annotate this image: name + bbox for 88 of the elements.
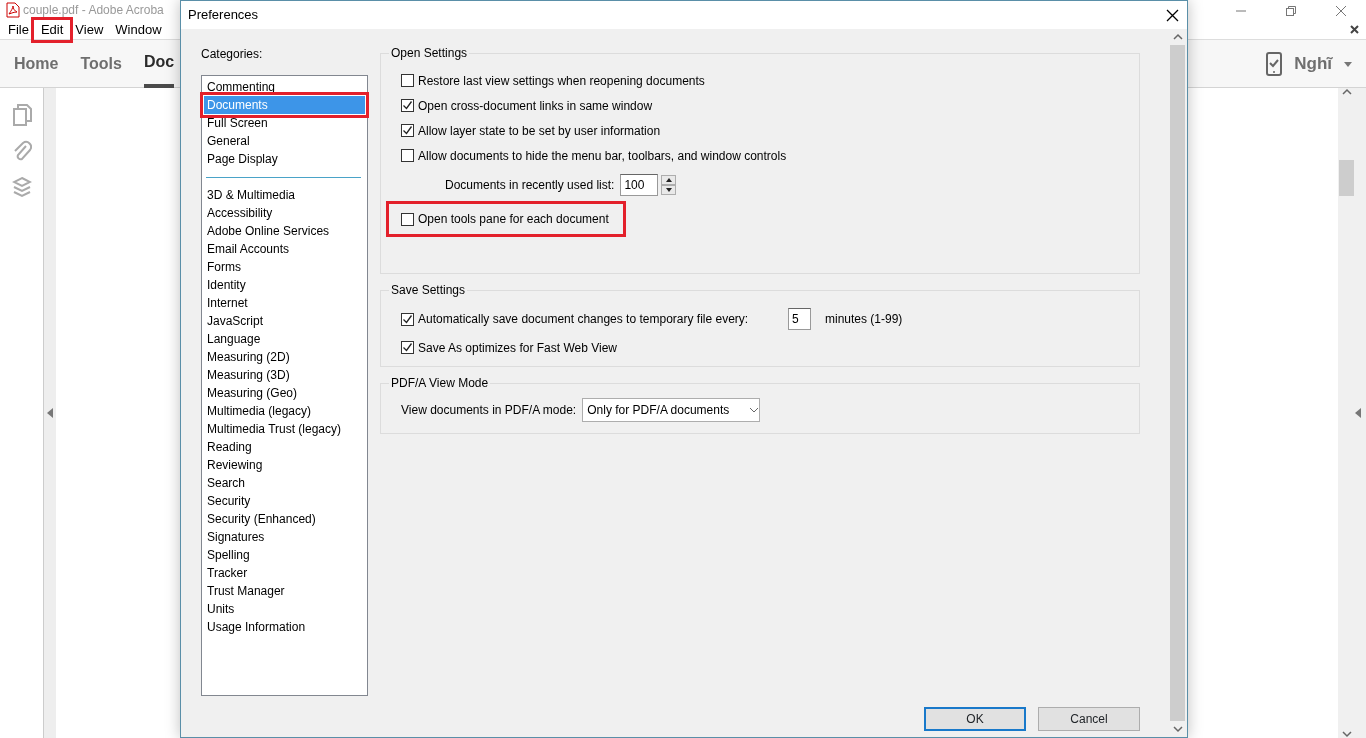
category-item[interactable]: Multimedia (legacy) <box>204 402 365 420</box>
scroll-thumb[interactable] <box>1170 45 1185 721</box>
checkbox[interactable] <box>401 74 414 87</box>
section-title: Save Settings <box>390 283 467 297</box>
minutes-field[interactable]: 5 <box>788 308 811 330</box>
category-item[interactable]: Trust Manager <box>204 582 365 600</box>
field-label: Documents in recently used list: <box>445 176 615 194</box>
scrollbar[interactable] <box>1338 88 1355 738</box>
category-item[interactable]: Search <box>204 474 365 492</box>
scroll-down-icon[interactable] <box>1172 725 1183 733</box>
checkbox-label[interactable]: Restore last view settings when reopening documents <box>418 71 705 90</box>
collapse-left-icon[interactable] <box>47 408 53 418</box>
account-name[interactable]: Nghĩ <box>1294 51 1332 77</box>
caret-icon[interactable] <box>1344 61 1352 67</box>
checkbox[interactable] <box>401 99 414 112</box>
chevron-down-icon <box>749 407 760 413</box>
checkbox-label[interactable]: Allow layer state to be set by user information <box>418 121 661 140</box>
category-item[interactable]: Tracker <box>204 564 365 582</box>
category-item[interactable]: Email Accounts <box>204 240 365 258</box>
scroll-thumb[interactable] <box>1339 160 1354 196</box>
category-item[interactable]: Reviewing <box>204 456 365 474</box>
checkbox[interactable] <box>401 149 414 162</box>
category-item[interactable]: Units <box>204 600 365 618</box>
tab[interactable]: Home <box>14 40 59 88</box>
checkbox-label[interactable]: Open tools pane for each document <box>418 210 609 228</box>
window-title: couple.pdf - Adobe Acroba <box>23 2 164 19</box>
scroll-down-icon[interactable] <box>1341 730 1352 738</box>
checkmark-icon <box>402 313 413 325</box>
scroll-up-icon[interactable] <box>1172 33 1183 41</box>
category-item[interactable]: Full Screen <box>204 114 365 132</box>
section-title: Open Settings <box>390 46 469 60</box>
up-arrow-icon <box>665 177 672 182</box>
down-arrow-icon <box>665 187 672 192</box>
category-item[interactable]: General <box>204 132 365 150</box>
checkbox-label[interactable]: Allow documents to hide the menu bar, toolbars, and window controls <box>418 146 787 165</box>
checkbox[interactable] <box>401 212 414 226</box>
field-label: View documents in PDF/A mode: <box>401 402 577 419</box>
dialog-button[interactable]: OK <box>924 707 1026 731</box>
category-item[interactable]: Multimedia Trust (legacy) <box>204 420 365 438</box>
category-item[interactable]: Measuring (3D) <box>204 366 365 384</box>
category-item[interactable]: Signatures <box>204 528 365 546</box>
category-item[interactable]: Usage Information <box>204 618 365 636</box>
category-item[interactable]: Commenting <box>204 78 365 96</box>
category-item[interactable]: Measuring (Geo) <box>204 384 365 402</box>
close-icon <box>1165 8 1179 22</box>
checkbox-label[interactable]: Automatically save document changes to temporary file every: <box>418 310 784 328</box>
category-item[interactable]: JavaScript <box>204 312 365 330</box>
category-item[interactable]: 3D & Multimedia <box>204 186 365 204</box>
category-item[interactable]: Language <box>204 330 365 348</box>
menu-item[interactable]: File <box>2 20 35 39</box>
category-item[interactable]: Security (Enhanced) <box>204 510 365 528</box>
unit-label: minutes (1-99) <box>825 311 903 328</box>
spin-up-button[interactable] <box>661 174 677 185</box>
mobile-check-icon[interactable] <box>1266 52 1283 76</box>
checkbox-label[interactable]: Open cross-document links in same window <box>418 96 653 115</box>
checkmark-icon <box>402 342 413 353</box>
category-item[interactable]: Reading <box>204 438 365 456</box>
restore-icon <box>1285 5 1297 17</box>
categories-label: Categories: <box>201 46 264 63</box>
tab[interactable]: Tools <box>80 40 122 88</box>
dialog-title: Preferences <box>188 6 259 25</box>
category-item[interactable]: Security <box>204 492 365 510</box>
category-item[interactable]: Spelling <box>204 546 365 564</box>
number-field[interactable]: 100 <box>620 173 659 196</box>
checkbox[interactable] <box>401 312 414 326</box>
category-item[interactable]: Adobe Online Services <box>204 222 365 240</box>
category-item[interactable]: Internet <box>204 294 365 312</box>
category-item[interactable]: Forms <box>204 258 365 276</box>
section-title: PDF/A View Mode <box>390 376 490 390</box>
close-document-icon[interactable] <box>1350 25 1359 34</box>
scroll-up-icon[interactable] <box>1341 88 1352 96</box>
category-item[interactable]: Accessibility <box>204 204 365 222</box>
pdf-file-icon <box>6 2 20 18</box>
checkbox[interactable] <box>401 124 414 137</box>
category-item[interactable]: Identity <box>204 276 365 294</box>
category-item[interactable]: Page Display <box>204 150 365 168</box>
checkbox[interactable] <box>401 341 414 354</box>
checkmark-icon <box>402 100 413 111</box>
tab[interactable]: Doc <box>143 40 175 88</box>
checkmark-icon <box>402 125 413 136</box>
dropdown[interactable]: Only for PDF/A documents <box>582 398 761 422</box>
dialog-button[interactable]: Cancel <box>1038 707 1140 731</box>
close-icon <box>1335 5 1347 17</box>
checkbox-label[interactable]: Save As optimizes for Fast Web View <box>418 338 617 357</box>
menu-item[interactable]: View <box>69 20 110 39</box>
category-item[interactable]: Measuring (2D) <box>204 348 365 366</box>
spin-down-button[interactable] <box>661 184 677 195</box>
menu-item[interactable]: Window <box>109 20 168 39</box>
